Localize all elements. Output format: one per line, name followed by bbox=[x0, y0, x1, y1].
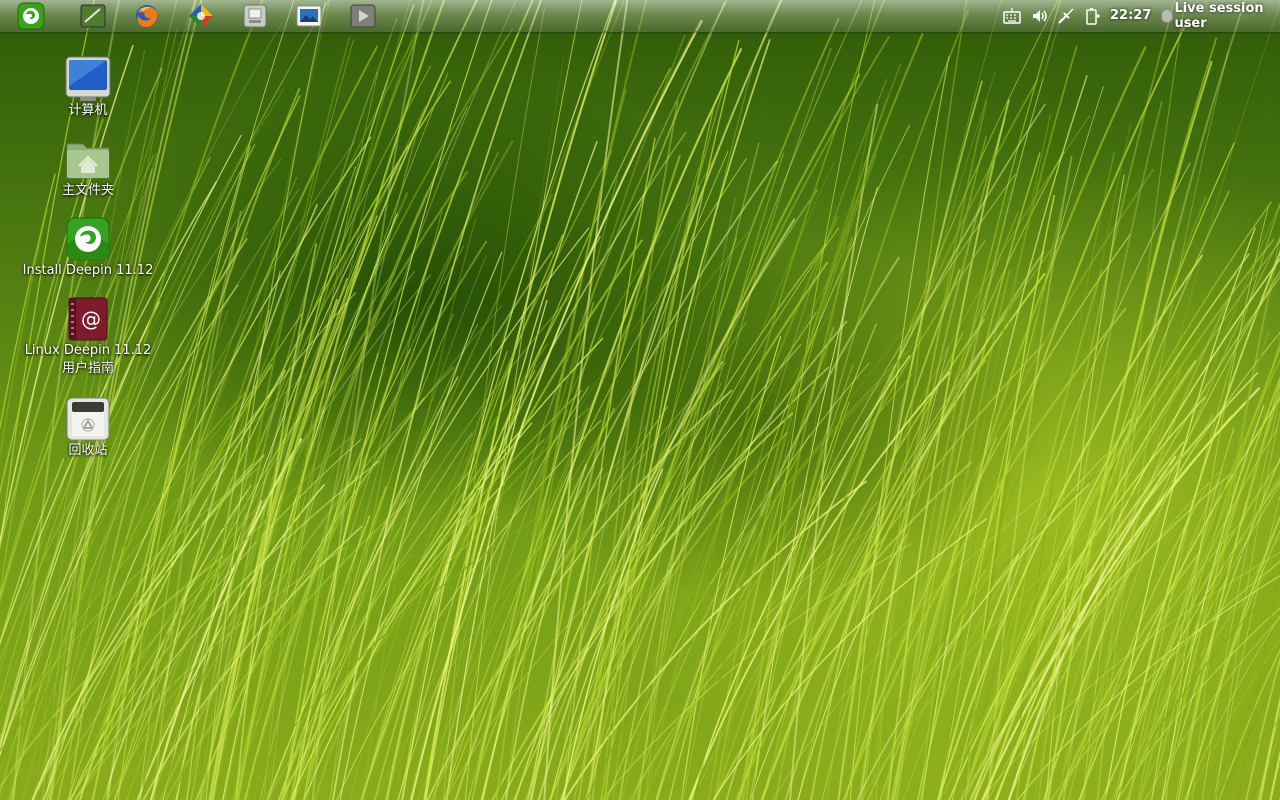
desktop-icon-computer[interactable]: 计算机 bbox=[8, 56, 168, 120]
terminal-icon bbox=[80, 4, 106, 27]
user-menu[interactable]: Live session user bbox=[1174, 1, 1280, 31]
file-manager-icon bbox=[243, 4, 267, 27]
grass-blade bbox=[612, 61, 755, 800]
image-viewer-icon bbox=[296, 5, 322, 26]
trash-icon bbox=[66, 397, 110, 441]
desktop-icon-user-guide[interactable]: @ Linux Deepin 11.12 用户指南 bbox=[8, 296, 168, 378]
media-player-launcher[interactable] bbox=[186, 1, 216, 30]
deepin-installer-icon bbox=[66, 217, 110, 261]
firefox-launcher[interactable] bbox=[132, 1, 162, 30]
video-player-icon bbox=[350, 4, 376, 27]
desktop-icon-label: Install Deepin 11.12 bbox=[22, 263, 154, 278]
desktop-icon-label-line2: 用户指南 bbox=[61, 361, 114, 376]
grass-blade bbox=[837, 80, 983, 800]
user-status-icon bbox=[1161, 8, 1174, 23]
computer-icon bbox=[65, 56, 111, 101]
grass-blade bbox=[362, 218, 477, 800]
keyboard-icon[interactable] bbox=[1002, 6, 1022, 26]
battery-icon[interactable] bbox=[1082, 6, 1102, 26]
image-viewer-launcher[interactable] bbox=[294, 1, 324, 30]
system-tray: 22:27 Live session user bbox=[1002, 0, 1280, 31]
deepin-menu-icon bbox=[17, 2, 45, 29]
desktop-icon-label: 计算机 bbox=[68, 103, 108, 118]
file-manager-launcher[interactable] bbox=[240, 1, 270, 30]
grass-blade bbox=[1127, 358, 1280, 800]
grass-blade bbox=[212, 236, 368, 800]
desktop-icon-trash[interactable]: 回收站 bbox=[8, 396, 168, 460]
desktop-icon-install-deepin[interactable]: Install Deepin 11.12 bbox=[8, 216, 168, 280]
grass-blade bbox=[564, 137, 656, 800]
desktop-icon-label: 主文件夹 bbox=[61, 183, 114, 198]
firefox-icon bbox=[136, 4, 158, 27]
network-icon[interactable] bbox=[1056, 6, 1076, 26]
terminal-launcher[interactable] bbox=[78, 1, 108, 30]
svg-text:@: @ bbox=[81, 307, 101, 331]
volume-icon[interactable] bbox=[1030, 6, 1050, 26]
grass-blade bbox=[669, 124, 911, 800]
grass-blade bbox=[1237, 567, 1280, 800]
grass-blade bbox=[472, 58, 565, 800]
desktop-icon-home-folder[interactable]: 主文件夹 bbox=[8, 136, 168, 200]
grass-blade bbox=[1181, 245, 1280, 800]
grass-blade bbox=[1202, 334, 1280, 800]
user-guide-icon: @ bbox=[68, 297, 108, 341]
deepin-menu-button[interactable] bbox=[16, 1, 46, 30]
grass-blade bbox=[774, 373, 894, 800]
grass-blade bbox=[1083, 2, 1280, 800]
grass-blade bbox=[1191, 234, 1280, 800]
desktop-icon-label-line1: Linux Deepin 11.12 bbox=[24, 343, 152, 358]
clock[interactable]: 22:27 bbox=[1110, 8, 1151, 23]
desktop-icon-label: 回收站 bbox=[68, 443, 108, 458]
grass-wallpaper bbox=[0, 0, 1280, 800]
media-player-icon bbox=[189, 3, 213, 28]
home-folder-icon bbox=[66, 143, 110, 179]
top-panel: 22:27 Live session user bbox=[0, 0, 1280, 32]
video-player-launcher[interactable] bbox=[348, 1, 378, 30]
